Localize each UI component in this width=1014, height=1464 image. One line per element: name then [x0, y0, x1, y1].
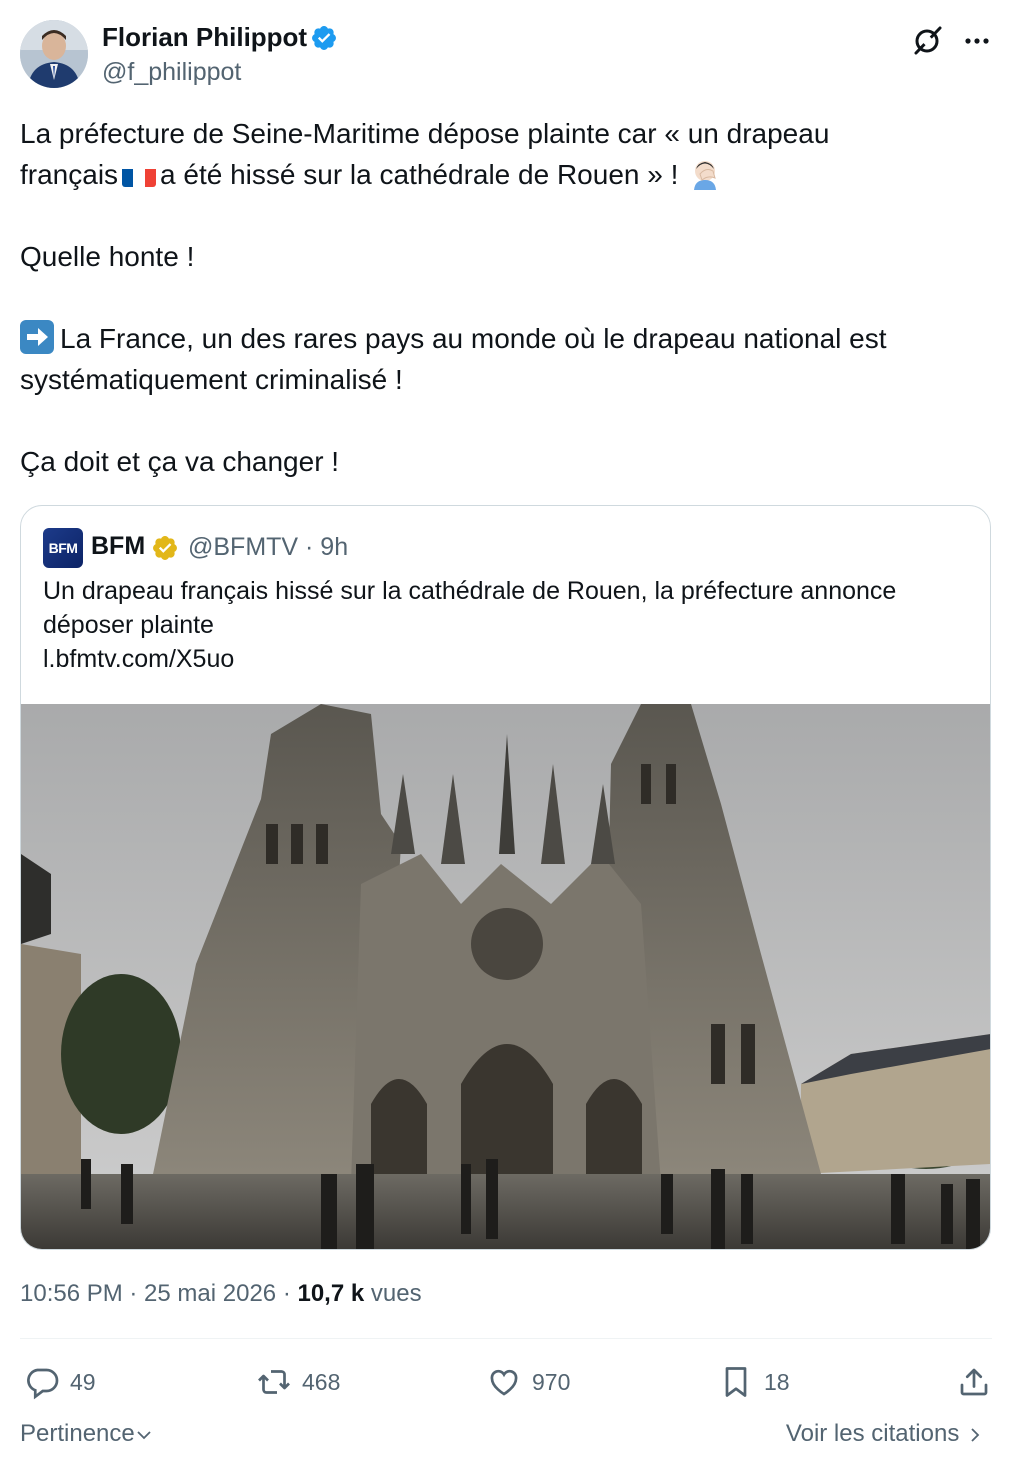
french-flag-icon: [122, 163, 157, 187]
quoted-avatar[interactable]: BFM: [43, 528, 83, 568]
tweet-line: Ça doit et ça va changer !: [20, 446, 340, 477]
arrow-right-icon: [20, 320, 54, 354]
tweet-line: systématiquement criminalisé !: [20, 364, 403, 395]
reply-count: 49: [70, 1368, 96, 1395]
repost-button[interactable]: 468: [256, 1360, 340, 1404]
like-button[interactable]: 970: [486, 1360, 570, 1404]
chevron-down-icon: [137, 1431, 151, 1440]
quotes-label: Voir les citations: [785, 1420, 960, 1447]
tweet-word: français: [20, 159, 119, 190]
quoted-tweet[interactable]: BFM BFM @BFMTV · 9h Un drapeau français …: [20, 505, 991, 1250]
tweet-meta: 10:56 PM · 25 mai 2026 · 10,7 k vues: [20, 1280, 422, 1308]
sort-dropdown[interactable]: Pertinence: [20, 1420, 153, 1448]
repost-icon: [258, 1370, 290, 1394]
sort-label: Pertinence: [20, 1420, 135, 1447]
tweet-line: Quelle honte !: [20, 241, 195, 272]
tweet-header: Florian Philippot @f_philippot: [20, 18, 994, 90]
avatar[interactable]: [20, 20, 88, 88]
quoted-link[interactable]: l.bfmtv.com/X5uo: [43, 642, 973, 676]
like-count: 970: [532, 1368, 571, 1395]
bookmark-button[interactable]: 18: [718, 1360, 790, 1404]
quoted-text-line: Un drapeau français hissé sur la cathédr…: [43, 577, 897, 605]
bookmark-icon: [725, 1367, 747, 1397]
views-count: 10,7 k: [297, 1280, 365, 1307]
action-bar: 49 468 970 18: [20, 1360, 992, 1404]
tweet-text: La préfecture de Seine-Maritime dépose p…: [20, 113, 980, 482]
cathedral-photo[interactable]: [21, 704, 991, 1250]
quoted-author-name[interactable]: BFM: [91, 532, 145, 561]
more-icon[interactable]: [962, 26, 992, 56]
chevron-right-icon: [971, 1428, 980, 1442]
facepalm-icon: [694, 161, 717, 190]
verified-icon: [153, 536, 177, 560]
repost-count: 468: [302, 1368, 341, 1395]
tweet-phrase: a été hissé sur la cathédrale de Rouen »…: [160, 159, 679, 190]
reply-button[interactable]: 49: [24, 1360, 96, 1404]
tweet-line: La préfecture de Seine-Maritime dépose p…: [20, 118, 830, 149]
quoted-handle-time: @BFMTV · 9h: [188, 533, 349, 561]
view-quotes-link[interactable]: Voir les citations: [786, 1420, 984, 1448]
share-icon: [960, 1368, 988, 1396]
timestamp[interactable]: 10:56 PM · 25 mai 2026 ·: [20, 1280, 297, 1307]
bookmark-count: 18: [764, 1368, 790, 1395]
like-icon: [490, 1369, 518, 1396]
tweet-line: français a été hissé sur la cathédrale de…: [20, 154, 980, 195]
tweet-line: La France, un des rares pays au monde où…: [20, 318, 980, 359]
quoted-text-line: déposer plainte: [43, 611, 214, 639]
divider: [20, 1338, 992, 1339]
author-handle[interactable]: @f_philippot: [102, 58, 241, 87]
author-name[interactable]: Florian Philippot: [102, 22, 307, 53]
verified-icon: [312, 26, 336, 50]
share-button[interactable]: [956, 1360, 992, 1404]
views-label: vues: [370, 1280, 422, 1307]
tweet-phrase: La France, un des rares pays au monde où…: [60, 323, 887, 354]
quoted-text: Un drapeau français hissé sur la cathédr…: [43, 574, 973, 676]
reply-icon: [27, 1368, 59, 1400]
grok-icon[interactable]: [912, 24, 944, 56]
